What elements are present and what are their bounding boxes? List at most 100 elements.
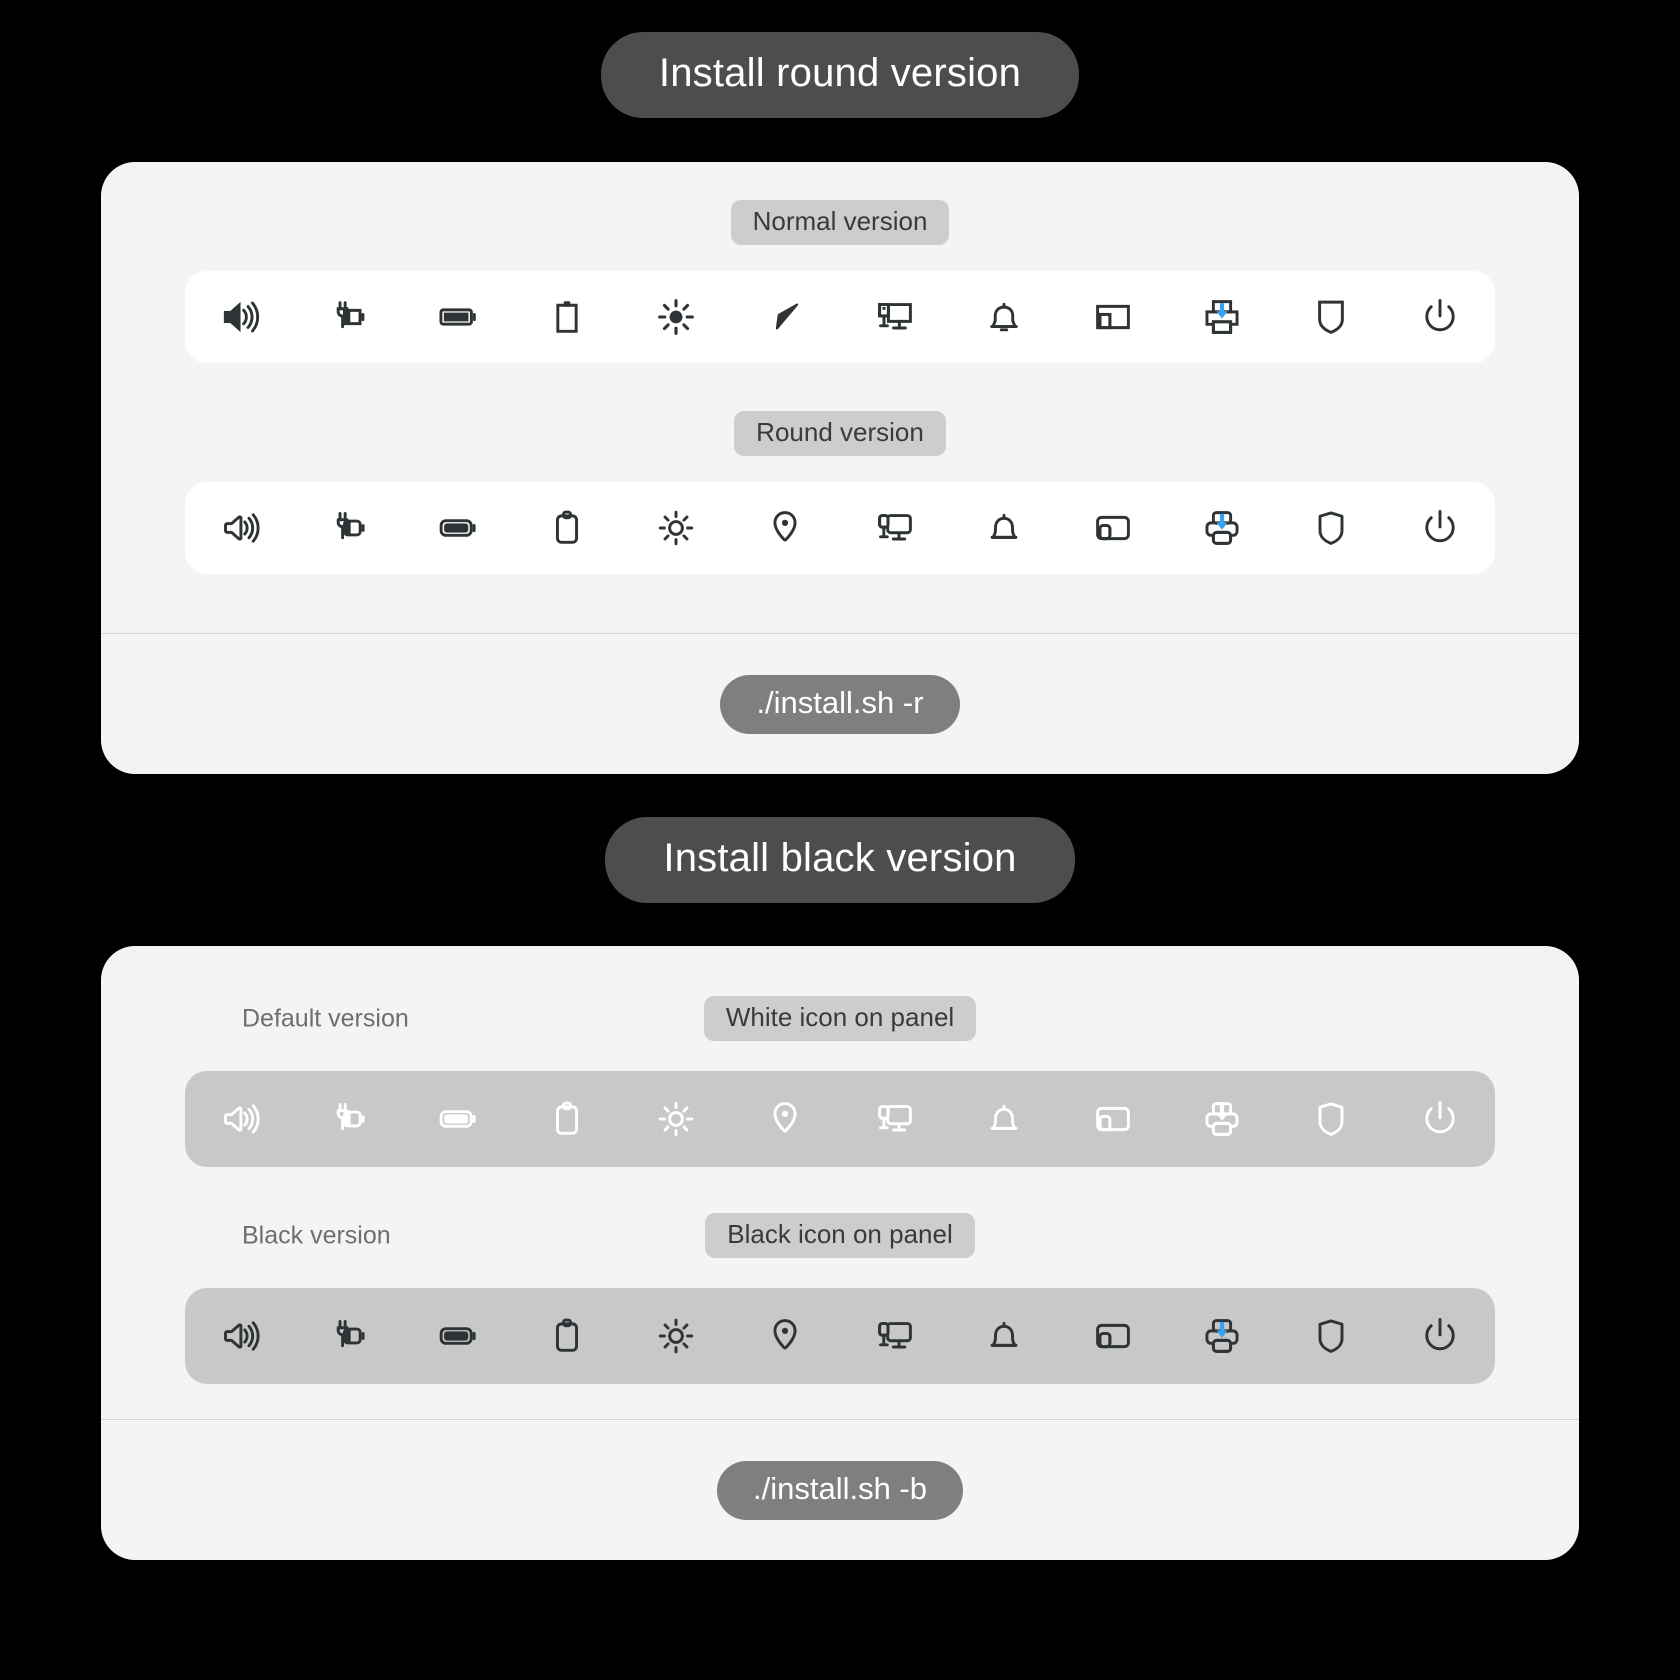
volume-high-icon (218, 295, 262, 339)
icon-cell-printer-download[interactable] (1168, 271, 1277, 363)
icon-cell-shield[interactable] (1277, 271, 1386, 363)
icon-cell-devices[interactable] (1058, 482, 1167, 574)
icon-cell-power[interactable] (1386, 271, 1495, 363)
icon-cell-location-pin[interactable] (731, 482, 840, 574)
brightness-icon (654, 506, 698, 550)
icon-cell-location-pin[interactable] (731, 1071, 840, 1167)
icon-cell-clipboard[interactable] (513, 482, 622, 574)
devices-icon (1091, 1097, 1135, 1141)
clipboard-icon (545, 1097, 589, 1141)
icon-cell-clipboard[interactable] (513, 271, 622, 363)
install-black-version-title[interactable]: Install black version (605, 817, 1075, 903)
icon-cell-bell[interactable] (949, 482, 1058, 574)
normal-version-badge-row: Normal version (185, 200, 1495, 245)
icon-cell-power[interactable] (1386, 482, 1495, 574)
icon-cell-display-settings[interactable] (840, 1288, 949, 1384)
icon-cell-display-settings[interactable] (840, 482, 949, 574)
icon-cell-power[interactable] (1386, 1288, 1495, 1384)
volume-high-icon (218, 1097, 262, 1141)
shield-icon (1309, 506, 1353, 550)
icon-cell-battery-charging[interactable] (294, 271, 403, 363)
icon-cell-location-arrow[interactable] (731, 271, 840, 363)
brightness-icon (654, 1097, 698, 1141)
icon-cell-devices[interactable] (1058, 1071, 1167, 1167)
icon-cell-battery-full[interactable] (403, 271, 512, 363)
icon-cell-location-pin[interactable] (731, 1288, 840, 1384)
round-version-badge: Round version (734, 411, 946, 456)
power-icon (1418, 1097, 1462, 1141)
install-round-command-pill[interactable]: ./install.sh -r (720, 674, 960, 734)
icon-cell-battery-charging[interactable] (294, 482, 403, 574)
bell-icon (982, 506, 1026, 550)
icon-cell-devices[interactable] (1058, 1288, 1167, 1384)
normal-version-badge: Normal version (730, 200, 950, 245)
volume-high-icon (218, 506, 262, 550)
icon-cell-display-settings[interactable] (840, 271, 949, 363)
battery-full-icon (436, 1314, 480, 1358)
icon-cell-power[interactable] (1386, 1071, 1495, 1167)
bell-icon (982, 295, 1026, 339)
icon-cell-volume-high[interactable] (185, 482, 294, 574)
icon-cell-brightness[interactable] (622, 482, 731, 574)
icon-cell-display-settings[interactable] (840, 1071, 949, 1167)
icon-cell-brightness[interactable] (622, 271, 731, 363)
icon-cell-clipboard[interactable] (513, 1288, 622, 1384)
printer-download-icon (1200, 1097, 1244, 1141)
icon-cell-printer-download[interactable] (1168, 1288, 1277, 1384)
black-card-spacer (185, 1384, 1495, 1419)
location-pin-icon (763, 1097, 807, 1141)
icon-cell-shield[interactable] (1277, 482, 1386, 574)
section-title-wrap-round: Install round version (600, 32, 1080, 118)
icon-cell-bell[interactable] (949, 1288, 1058, 1384)
round-version-badge-row: Round version (185, 411, 1495, 456)
white-icon-on-panel-badge: White icon on panel (703, 996, 977, 1041)
black-version-label: Black version (242, 1221, 391, 1249)
icon-cell-shield[interactable] (1277, 1071, 1386, 1167)
icon-cell-devices[interactable] (1058, 271, 1167, 363)
section-title-wrap-black: Install black version (605, 817, 1075, 903)
power-icon (1418, 295, 1462, 339)
printer-download-icon (1200, 506, 1244, 550)
icon-cell-bell[interactable] (949, 1071, 1058, 1167)
install-black-command-pill[interactable]: ./install.sh -b (716, 1460, 963, 1520)
round-version-card-body: Normal version Round version (101, 162, 1579, 633)
bell-icon (982, 1314, 1026, 1358)
display-settings-icon (873, 506, 917, 550)
black-icon-badge-row: Black version Black icon on panel (185, 1213, 1495, 1258)
icon-cell-volume-high[interactable] (185, 1288, 294, 1384)
icon-cell-brightness[interactable] (622, 1288, 731, 1384)
install-round-version-title[interactable]: Install round version (600, 32, 1080, 118)
power-icon (1418, 506, 1462, 550)
icon-cell-battery-full[interactable] (403, 1071, 512, 1167)
black-icon-on-panel-badge: Black icon on panel (705, 1213, 975, 1258)
icon-cell-bell[interactable] (949, 271, 1058, 363)
round-card-footer: ./install.sh -r (101, 634, 1579, 774)
location-pin-icon (763, 1314, 807, 1358)
icon-cell-battery-charging[interactable] (294, 1288, 403, 1384)
battery-full-icon (436, 1097, 480, 1141)
icon-cell-volume-high[interactable] (185, 1071, 294, 1167)
white-icon-badge-row: Default version White icon on panel (185, 996, 1495, 1041)
icon-cell-clipboard[interactable] (513, 1071, 622, 1167)
installer-preview-page: Install round version Normal version Rou… (0, 0, 1680, 1680)
icon-cell-battery-charging[interactable] (294, 1071, 403, 1167)
default-version-label: Default version (242, 1004, 409, 1032)
icon-cell-printer-download[interactable] (1168, 482, 1277, 574)
black-version-card: Default version White icon on panel Blac… (101, 946, 1579, 1560)
icon-cell-brightness[interactable] (622, 1071, 731, 1167)
battery-full-icon (436, 506, 480, 550)
round-card-spacer (185, 574, 1495, 633)
location-arrow-icon (763, 295, 807, 339)
bell-icon (982, 1097, 1026, 1141)
display-settings-icon (873, 1314, 917, 1358)
icon-cell-shield[interactable] (1277, 1288, 1386, 1384)
icon-cell-volume-high[interactable] (185, 271, 294, 363)
devices-icon (1091, 295, 1135, 339)
clipboard-icon (545, 295, 589, 339)
printer-download-icon (1200, 1314, 1244, 1358)
clipboard-icon (545, 506, 589, 550)
icon-cell-battery-full[interactable] (403, 482, 512, 574)
icon-cell-battery-full[interactable] (403, 1288, 512, 1384)
devices-icon (1091, 1314, 1135, 1358)
icon-cell-printer-download[interactable] (1168, 1071, 1277, 1167)
